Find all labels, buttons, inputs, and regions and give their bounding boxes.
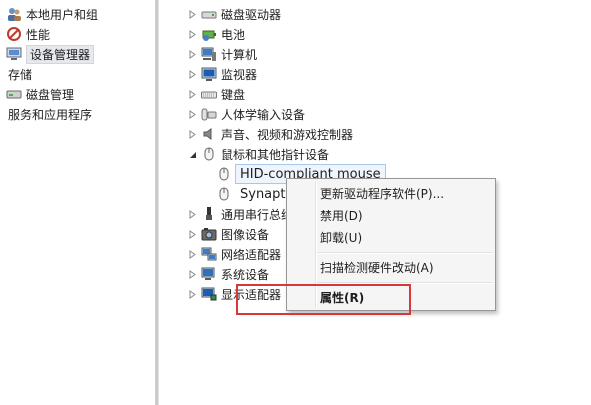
device-category-hid[interactable]: 人体学输入设备	[188, 104, 305, 124]
device-category-disk-drives[interactable]: 磁盘驱动器	[188, 4, 281, 24]
usb-icon	[201, 206, 217, 222]
device-category-label: 计算机	[221, 47, 258, 62]
device-category-usb[interactable]: 通用串行总线	[188, 204, 293, 224]
no-symbol-icon	[6, 26, 22, 42]
tree-item-label: 设备管理器	[26, 44, 95, 64]
menu-separator	[317, 252, 492, 254]
tree-item-local-users-groups[interactable]: 本地用户和组	[6, 4, 98, 24]
device-category-monitors[interactable]: 监视器	[188, 64, 257, 84]
tree-item-services-apps[interactable]: 服务和应用程序	[0, 104, 92, 124]
expand-arrow-icon[interactable]	[188, 249, 197, 259]
tree-item-storage[interactable]: 存储	[0, 64, 32, 84]
tree-item-label: 本地用户和组	[26, 7, 99, 22]
device-category-keyboards[interactable]: 键盘	[188, 84, 245, 104]
device-category-label: 键盘	[221, 87, 246, 102]
mouse-icon	[201, 146, 217, 162]
tree-item-label: 磁盘管理	[26, 87, 75, 102]
device-category-label: 通用串行总线	[221, 207, 294, 222]
tree-item-disk-management[interactable]: 磁盘管理	[6, 84, 74, 104]
tree-item-label: 服务和应用程序	[8, 107, 93, 122]
device-category-computer[interactable]: 计算机	[188, 44, 257, 64]
display-adapter-icon	[201, 286, 217, 302]
users-icon	[6, 6, 22, 22]
device-category-label: 网络适配器	[221, 247, 282, 262]
device-category-label: 图像设备	[221, 227, 270, 242]
hid-icon	[201, 106, 217, 122]
keyboard-icon	[201, 86, 217, 102]
collapse-arrow-icon[interactable]	[188, 150, 197, 159]
device-category-label: 系统设备	[221, 267, 270, 282]
camera-icon	[201, 226, 217, 242]
speaker-icon	[201, 126, 217, 142]
device-category-label: 磁盘驱动器	[221, 7, 282, 22]
disk-icon	[6, 86, 22, 102]
tree-item-label: 存储	[8, 67, 33, 82]
tree-item-device-manager[interactable]: 设备管理器	[6, 44, 95, 64]
device-category-imaging[interactable]: 图像设备	[188, 224, 269, 244]
device-category-network[interactable]: 网络适配器	[188, 244, 281, 264]
expand-arrow-icon[interactable]	[188, 209, 197, 219]
menu-item-disable[interactable]: 禁用(D)	[320, 205, 363, 225]
menu-item-scan-hardware[interactable]: 扫描检测硬件改动(A)	[320, 257, 434, 277]
system-device-icon	[201, 266, 217, 282]
device-category-label: 电池	[221, 27, 246, 42]
device-manager-icon	[6, 46, 22, 62]
tree-item-performance[interactable]: 性能	[6, 24, 50, 44]
device-category-system[interactable]: 系统设备	[188, 264, 269, 284]
menu-item-update-driver[interactable]: 更新驱动程序软件(P)...	[320, 183, 444, 203]
annotation-highlight-box	[236, 284, 411, 315]
battery-icon	[201, 26, 217, 42]
console-tree-pane: 本地用户和组 性能 设备管理器 存储 磁盘管理 服务和应用程序	[0, 0, 155, 405]
tree-item-label: 性能	[26, 27, 51, 42]
expand-arrow-icon[interactable]	[188, 29, 197, 39]
expand-arrow-icon[interactable]	[188, 229, 197, 239]
expand-arrow-icon[interactable]	[188, 289, 197, 299]
mouse-icon	[216, 166, 232, 182]
expand-arrow-icon[interactable]	[188, 49, 197, 59]
device-category-battery[interactable]: 电池	[188, 24, 245, 44]
network-icon	[201, 246, 217, 262]
device-category-label: 声音、视频和游戏控制器	[221, 127, 354, 142]
expand-arrow-icon[interactable]	[188, 9, 197, 19]
expand-arrow-icon[interactable]	[188, 129, 197, 139]
device-category-label: 人体学输入设备	[221, 107, 306, 122]
device-item-synaptics[interactable]: Synaptic	[216, 184, 296, 204]
expand-arrow-icon[interactable]	[188, 109, 197, 119]
computer-icon	[201, 46, 217, 62]
expand-arrow-icon[interactable]	[188, 69, 197, 79]
expand-arrow-icon[interactable]	[188, 269, 197, 279]
disk-drive-icon	[201, 6, 217, 22]
menu-item-uninstall[interactable]: 卸载(U)	[320, 227, 362, 247]
expand-arrow-icon[interactable]	[188, 89, 197, 99]
device-category-label: 监视器	[221, 67, 258, 82]
monitor-icon	[201, 66, 217, 82]
mouse-icon	[216, 186, 232, 202]
device-category-sound[interactable]: 声音、视频和游戏控制器	[188, 124, 353, 144]
device-category-mice[interactable]: 鼠标和其他指针设备	[188, 144, 329, 164]
device-category-label: 鼠标和其他指针设备	[221, 147, 330, 162]
